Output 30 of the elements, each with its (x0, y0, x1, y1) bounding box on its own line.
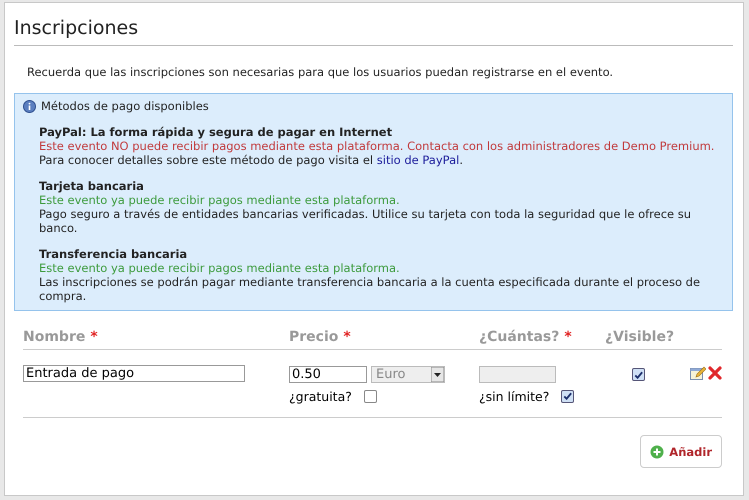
plus-icon (650, 444, 664, 458)
method-description: Las inscripciones se podrán pagar mediante transferencia bancaria a la cuenta especificada durante el proceso de compra. (39, 275, 702, 303)
method-name: Tarjeta bancaria (39, 179, 145, 193)
paypal-link[interactable]: sitio de PayPal (376, 153, 460, 167)
price-field[interactable]: 0.50 (289, 366, 367, 382)
intro-text: Recuerda que las inscripciones son necesarias para que los usuarios puedan registrarse en el evento. (27, 65, 614, 79)
visible-checkbox[interactable] (632, 368, 645, 381)
add-button[interactable]: Añadir (640, 435, 722, 468)
method-name: PayPal: La forma rápida y segura de pagar en Internet (39, 125, 394, 139)
page-title: Inscripciones (14, 17, 733, 46)
method-description: Pago seguro a través de entidades bancarias verificadas. Utilice su tarjeta con toda la seguridad que le ofrece su banco. (39, 207, 692, 235)
info-heading: Métodos de pago disponibles (41, 99, 209, 113)
method-status: Este evento NO puede recibir pagos mediante esta plataforma. Contacta con los administradores de Demo Premium. (39, 139, 716, 153)
method-status: Este evento ya puede recibir pagos mediante esta plataforma. (39, 193, 401, 207)
dropdown-icon (431, 366, 444, 382)
method-name: Transferencia bancaria (39, 247, 188, 261)
column-header: ¿Visible? (605, 329, 675, 345)
name-field[interactable]: Entrada de pago (23, 365, 245, 382)
unlimited-checkbox[interactable] (561, 390, 574, 402)
free-label: ¿gratuita? (289, 388, 352, 404)
method-status: Este evento ya puede recibir pagos mediante esta plataforma. (39, 261, 401, 275)
column-header: Nombre * (23, 329, 99, 345)
delete-icon[interactable] (708, 366, 722, 380)
column-header: Precio * (289, 329, 352, 345)
free-checkbox[interactable] (364, 390, 377, 402)
unlimited-label: ¿sin límite? (479, 388, 550, 404)
method-description: Para conocer detalles sobre este método de pago visita el sitio de PayPal. (39, 153, 464, 167)
info-icon (23, 100, 36, 112)
column-header: ¿Cuántas? * (479, 329, 573, 345)
edit-icon[interactable] (690, 366, 706, 381)
